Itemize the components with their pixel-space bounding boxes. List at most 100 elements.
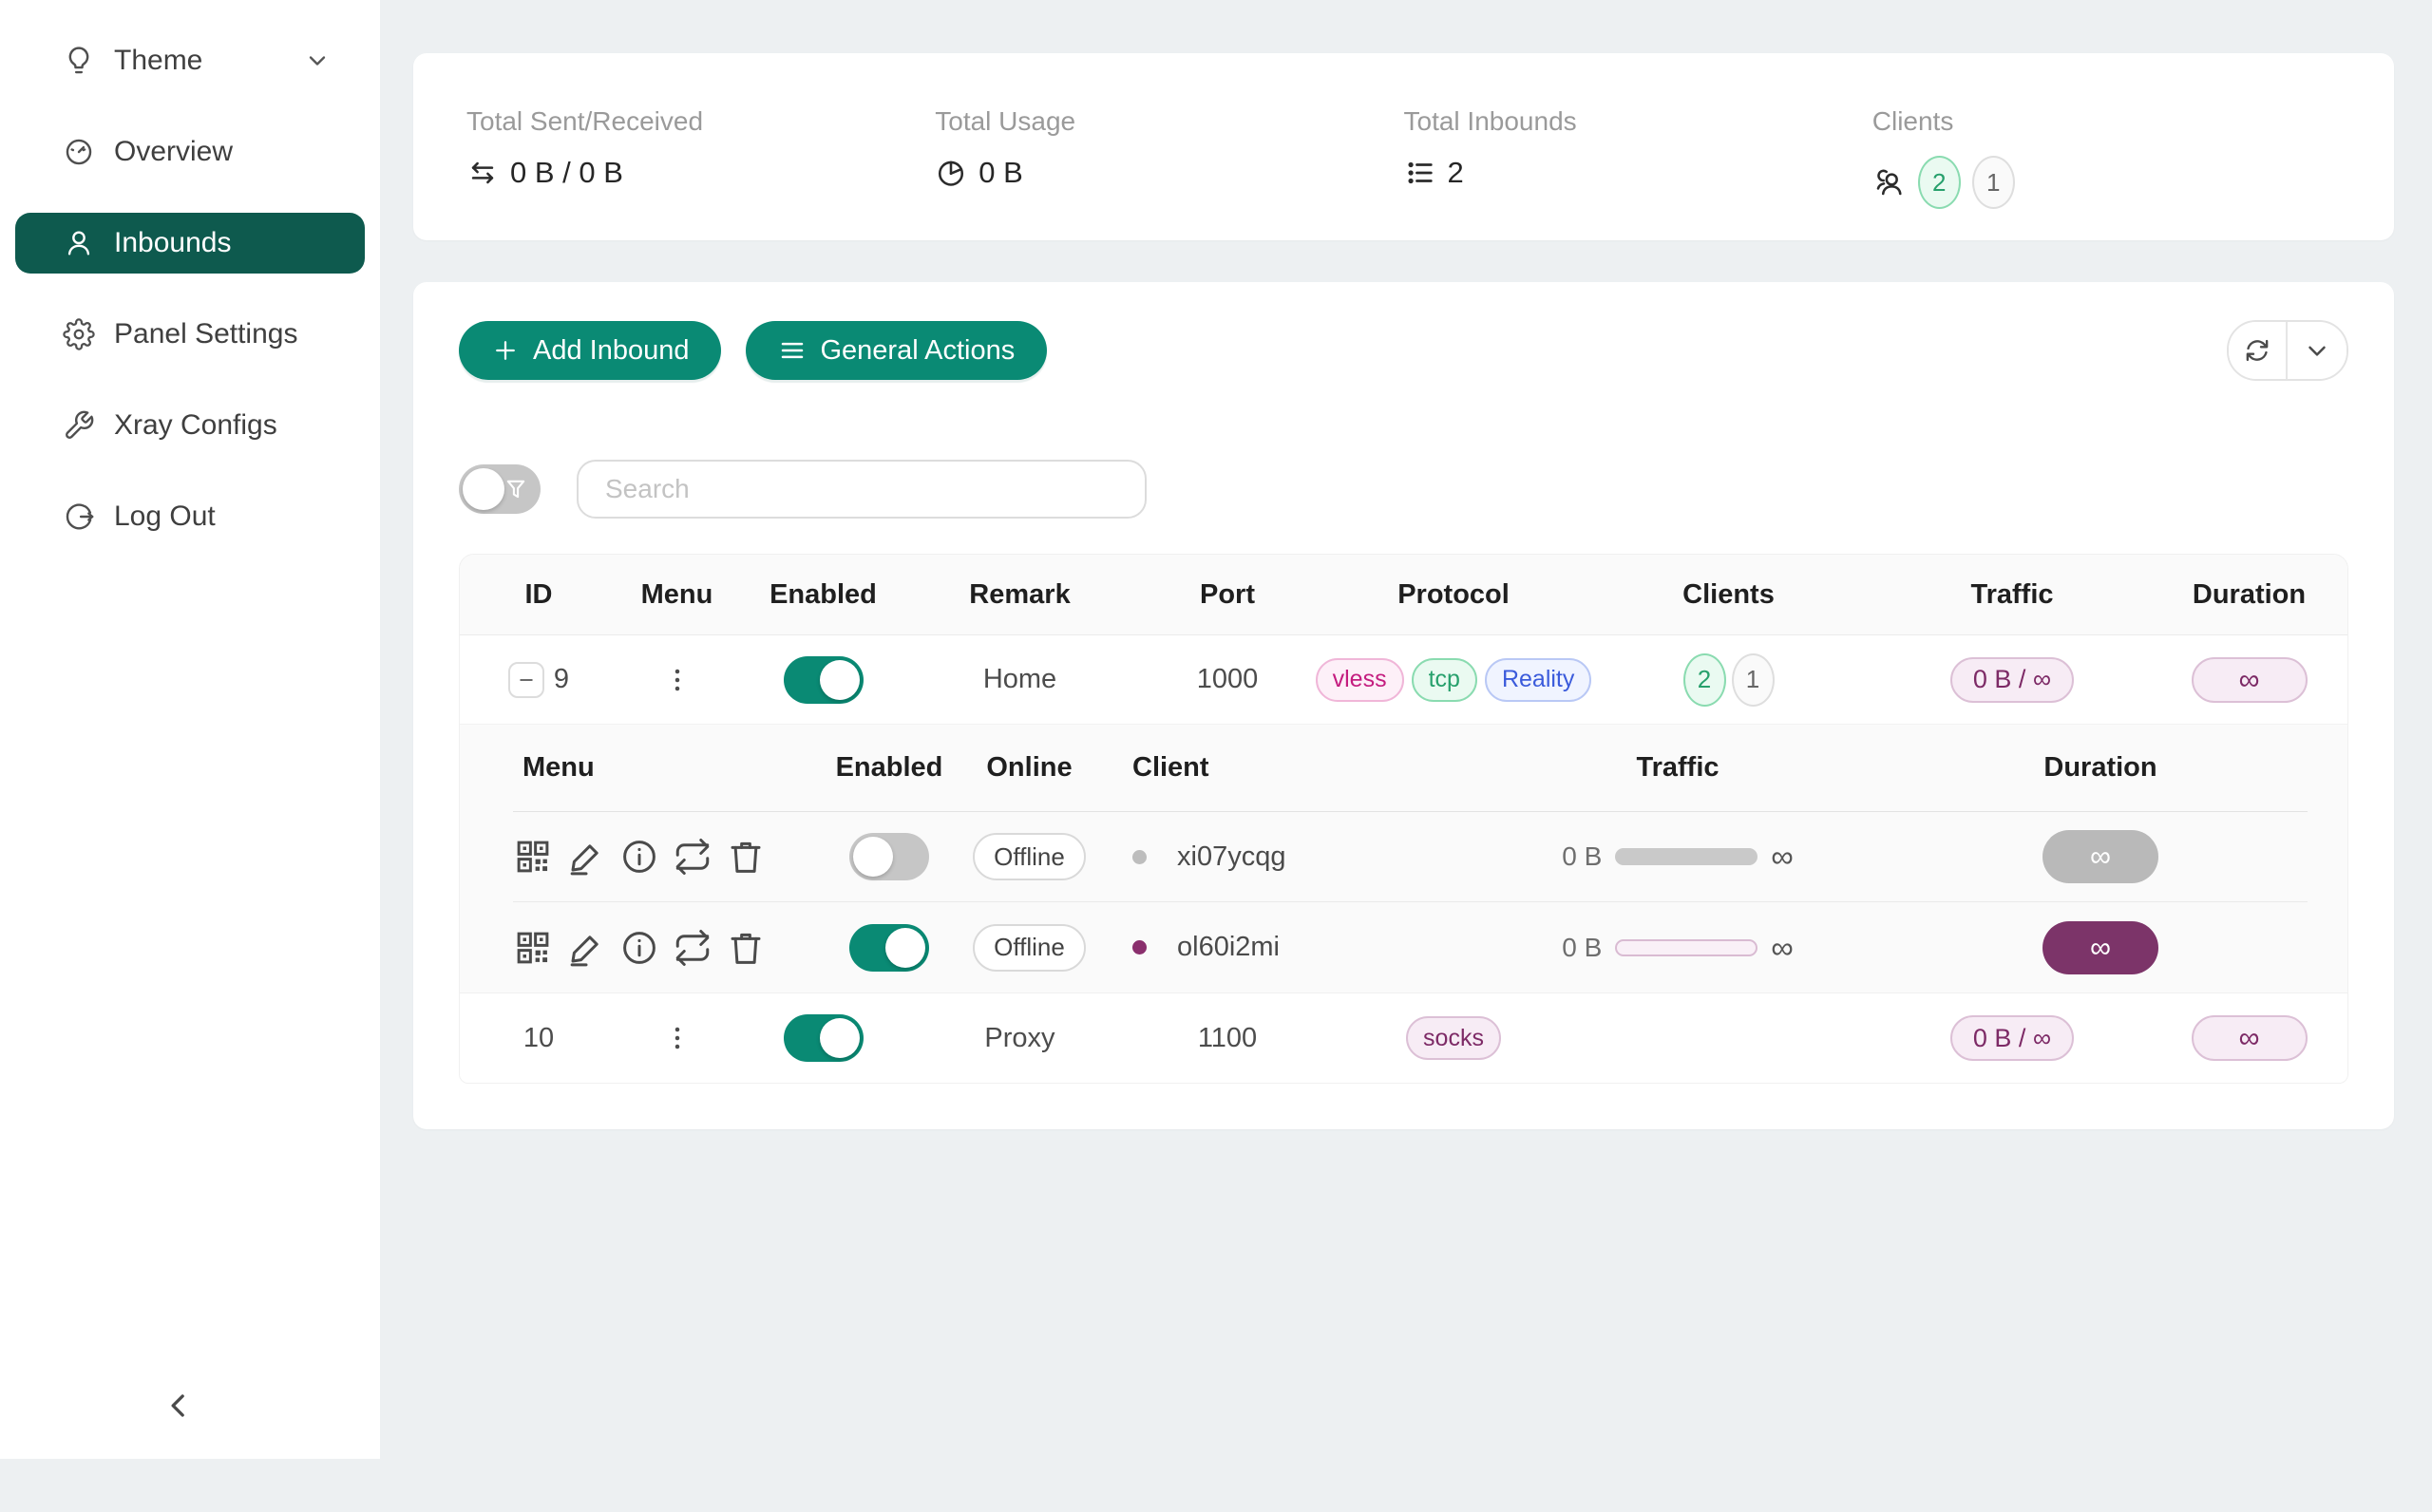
stat-label: Clients <box>1872 106 2341 137</box>
inbound-port: 1000 <box>1197 664 1259 695</box>
delete-client-button[interactable] <box>726 837 766 877</box>
gear-icon <box>63 318 95 350</box>
stat-label: Total Usage <box>935 106 1403 137</box>
duration-badge: ∞ <box>2192 657 2308 703</box>
client-duration-badge: ∞ <box>2042 921 2158 974</box>
sidebar-item-label: Log Out <box>114 501 216 533</box>
table-header-row: ID Menu Enabled Remark Port Protocol Cli… <box>460 555 2347 635</box>
edit-client-button[interactable] <box>566 837 606 877</box>
client-info-button[interactable] <box>619 928 659 968</box>
sidebar-item-label: Panel Settings <box>114 318 297 350</box>
protocol-badge: vless <box>1316 658 1404 702</box>
enabled-toggle[interactable] <box>784 1014 864 1062</box>
traffic-limit: ∞ <box>1771 930 1794 966</box>
traffic-progress-bar <box>1615 939 1758 956</box>
team-icon <box>1872 165 1907 199</box>
edit-client-button[interactable] <box>566 928 606 968</box>
qr-code-button[interactable] <box>513 928 553 968</box>
search-input[interactable] <box>577 460 1147 519</box>
user-icon <box>63 227 95 259</box>
traffic-progress-bar <box>1615 848 1758 865</box>
client-enabled-toggle[interactable] <box>849 924 929 972</box>
add-inbound-button[interactable]: Add Inbound <box>459 321 721 380</box>
enabled-toggle[interactable] <box>784 656 864 704</box>
plus-icon <box>491 336 520 365</box>
table-row-inbound-10: 10 Proxy 1100 socks 0 B / ∞ ∞ <box>460 993 2347 1083</box>
table-row-inbound-9: 9 Home 1000 vless tcp Reality <box>460 635 2347 725</box>
column-header-duration: Duration <box>2149 579 2348 611</box>
stat-value: 0 B / 0 B <box>510 156 623 190</box>
client-traffic-used: 0 B <box>1562 841 1602 872</box>
client-status-dot <box>1132 850 1147 864</box>
column-header-traffic: Traffic <box>1875 579 2149 611</box>
inbounds-table: ID Menu Enabled Remark Port Protocol Cli… <box>459 554 2348 1084</box>
protocol-badge: socks <box>1406 1016 1501 1060</box>
toggle-knob <box>853 837 893 877</box>
toggle-knob <box>820 1018 860 1058</box>
inbound-port: 1100 <box>1198 1023 1257 1054</box>
delete-client-button[interactable] <box>726 928 766 968</box>
row-menu-button[interactable] <box>655 657 700 703</box>
sidebar-collapse-button[interactable] <box>160 1377 217 1434</box>
client-duration-badge: ∞ <box>2042 830 2158 883</box>
traffic-badge: 0 B / ∞ <box>1950 657 2074 703</box>
column-header-enabled: Enabled <box>736 579 910 611</box>
clients-count-badge: 1 <box>1732 653 1775 707</box>
subcolumn-header-traffic: Traffic <box>1464 752 1891 784</box>
funnel-icon <box>503 476 529 502</box>
client-details-section: Menu Enabled Online Client Traffic Durat… <box>460 725 2347 993</box>
sidebar-item-log-out[interactable]: Log Out <box>15 486 365 547</box>
auto-refresh-dropdown-button[interactable] <box>2288 322 2346 379</box>
refresh-button[interactable] <box>2229 322 2288 379</box>
inbound-id: 9 <box>554 664 569 695</box>
sidebar-item-label: Xray Configs <box>114 409 277 442</box>
sidebar-item-overview[interactable]: Overview <box>15 122 365 182</box>
clients-count-badge: 2 <box>1683 653 1726 707</box>
client-info-button[interactable] <box>619 837 659 877</box>
stat-total-usage: Total Usage 0 B <box>935 106 1403 240</box>
client-status-dot <box>1132 940 1147 954</box>
clients-online-badge: 2 <box>1918 156 1961 209</box>
inbound-remark: Home <box>983 664 1056 695</box>
pie-chart-icon <box>935 157 967 189</box>
sidebar: Theme Overview Inbounds Panel Settings <box>0 0 380 1459</box>
chevron-down-icon <box>2303 336 2331 365</box>
sidebar-nav: Theme Overview Inbounds Panel Settings <box>0 0 380 547</box>
sidebar-item-xray-configs[interactable]: Xray Configs <box>15 395 365 456</box>
stat-sent-received: Total Sent/Received 0 B / 0 B <box>466 106 935 240</box>
row-menu-button[interactable] <box>655 1015 700 1061</box>
collapse-row-button[interactable] <box>508 662 544 698</box>
sidebar-item-theme[interactable]: Theme <box>15 30 365 91</box>
online-status-badge: Offline <box>973 833 1086 880</box>
subcolumn-header-menu: Menu <box>513 752 818 784</box>
sidebar-item-inbounds[interactable]: Inbounds <box>15 213 365 274</box>
menu-lines-icon <box>778 336 807 365</box>
general-actions-button[interactable]: General Actions <box>746 321 1047 380</box>
subcolumn-header-duration: Duration <box>1891 752 2309 784</box>
sidebar-item-panel-settings[interactable]: Panel Settings <box>15 304 365 365</box>
chevron-left-icon <box>160 1387 217 1425</box>
client-traffic-used: 0 B <box>1562 933 1602 963</box>
list-icon <box>1404 157 1436 189</box>
stat-total-inbounds: Total Inbounds 2 <box>1404 106 1872 240</box>
main-content: Total Sent/Received 0 B / 0 B Total Usag… <box>380 53 2432 1129</box>
subtable-header-row: Menu Enabled Online Client Traffic Durat… <box>513 725 2308 812</box>
refresh-button-group <box>2227 320 2348 381</box>
column-header-remark: Remark <box>910 579 1130 611</box>
logout-icon <box>63 501 95 533</box>
dashboard-icon <box>63 136 95 168</box>
column-header-id: ID <box>460 579 618 611</box>
client-row-ol60i2mi: Offline ol60i2mi 0 B ∞ ∞ <box>513 902 2308 992</box>
sidebar-item-label: Theme <box>114 45 202 77</box>
qr-code-button[interactable] <box>513 837 553 877</box>
add-inbound-label: Add Inbound <box>533 335 689 367</box>
column-header-clients: Clients <box>1582 579 1875 611</box>
stat-label: Total Inbounds <box>1404 106 1872 137</box>
reset-traffic-button[interactable] <box>673 928 712 968</box>
sidebar-item-label: Overview <box>114 136 233 168</box>
general-actions-label: General Actions <box>820 335 1015 367</box>
filter-toggle[interactable] <box>459 464 541 514</box>
reset-traffic-button[interactable] <box>673 837 712 877</box>
column-header-menu: Menu <box>618 579 736 611</box>
client-enabled-toggle[interactable] <box>849 833 929 880</box>
